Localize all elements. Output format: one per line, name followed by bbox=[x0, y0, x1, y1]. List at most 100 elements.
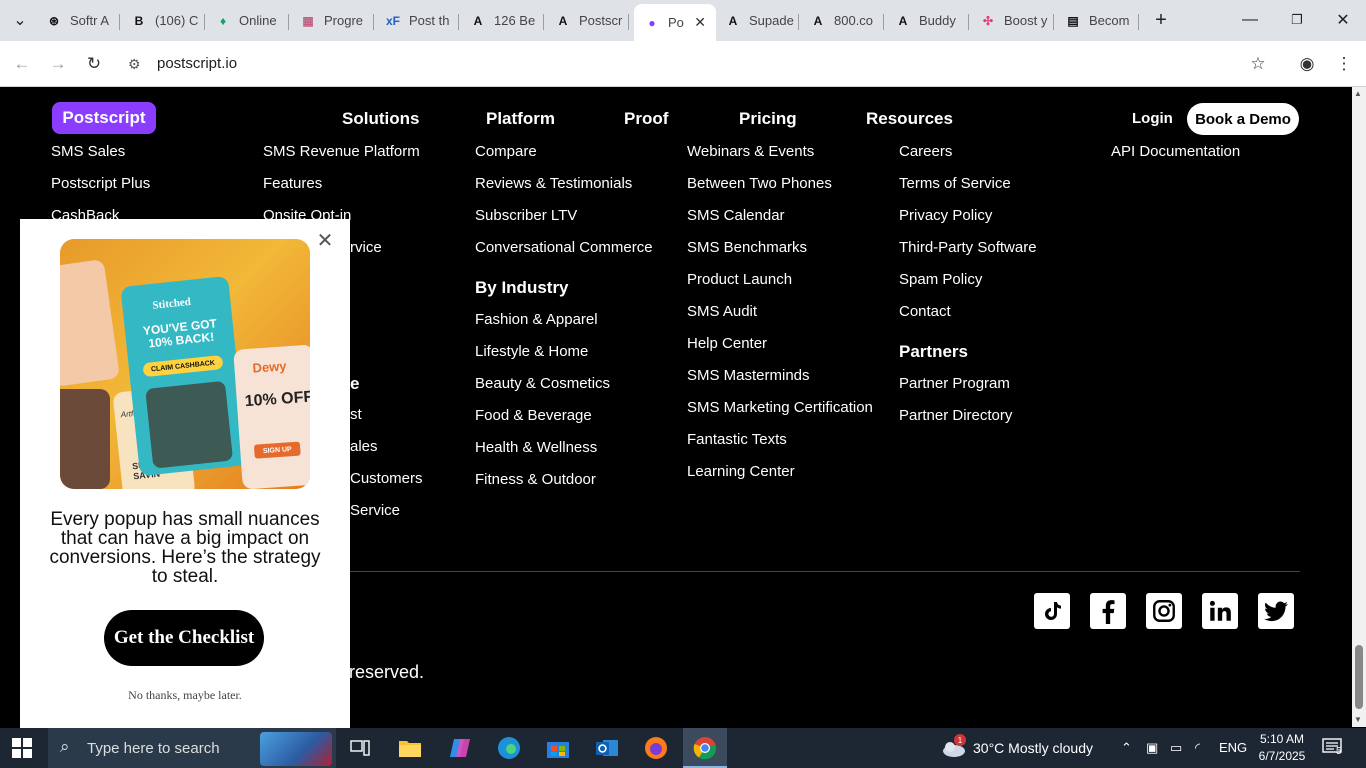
minimize-button[interactable]: — bbox=[1238, 8, 1262, 32]
footer-link[interactable]: SMS Revenue Platform bbox=[263, 143, 420, 160]
file-explorer-icon[interactable] bbox=[396, 734, 424, 762]
back-icon[interactable]: ← bbox=[10, 52, 34, 76]
tab-search-button[interactable]: ⌄ bbox=[8, 8, 32, 32]
chrome-icon[interactable] bbox=[691, 734, 719, 762]
scroll-up-icon[interactable]: ▲ bbox=[1354, 89, 1362, 98]
scroll-down-icon[interactable]: ▼ bbox=[1354, 715, 1362, 724]
meet-now-icon[interactable]: ▣ bbox=[1146, 740, 1158, 756]
battery-icon[interactable]: ▭ bbox=[1170, 740, 1182, 756]
weather-cloud-icon[interactable]: 1 bbox=[940, 734, 966, 758]
footer-link[interactable]: Contact bbox=[899, 303, 951, 320]
facebook-icon[interactable] bbox=[1090, 593, 1126, 629]
twitter-icon[interactable] bbox=[1258, 593, 1294, 629]
browser-tab[interactable]: A 800.co bbox=[800, 6, 884, 35]
close-tab-icon[interactable]: ✕ bbox=[694, 14, 706, 31]
footer-link[interactable]: Fitness & Outdoor bbox=[475, 471, 596, 488]
tray-chevron-icon[interactable]: ⌃ bbox=[1121, 740, 1132, 756]
nav-platform[interactable]: Platform bbox=[486, 109, 555, 129]
nav-pricing[interactable]: Pricing bbox=[739, 109, 797, 129]
footer-link[interactable]: Postscript Plus bbox=[51, 175, 150, 192]
footer-link[interactable]: Beauty & Cosmetics bbox=[475, 375, 610, 392]
notification-center-icon[interactable]: 5 bbox=[1322, 738, 1348, 760]
browser-tab[interactable]: xF Post th bbox=[375, 6, 459, 35]
bookmark-star-icon[interactable]: ☆ bbox=[1246, 52, 1270, 76]
reload-icon[interactable]: ↻ bbox=[82, 52, 106, 76]
footer-link[interactable]: SMS Audit bbox=[687, 303, 757, 320]
footer-link[interactable]: Compare bbox=[475, 143, 537, 160]
new-tab-button[interactable]: + bbox=[1149, 8, 1173, 32]
firefox-icon[interactable] bbox=[642, 734, 670, 762]
browser-tab[interactable]: ▤ Becom bbox=[1055, 6, 1139, 35]
store-icon[interactable] bbox=[544, 734, 572, 762]
footer-link[interactable]: SMS Calendar bbox=[687, 207, 785, 224]
omnibox[interactable]: ⚙ postscript.io bbox=[118, 47, 1288, 81]
footer-link[interactable]: SMS Benchmarks bbox=[687, 239, 807, 256]
footer-link[interactable]: Partner Program bbox=[899, 375, 1010, 392]
browser-tab[interactable]: ● Po ✕ bbox=[634, 4, 716, 41]
footer-link[interactable]: SMS Masterminds bbox=[687, 367, 810, 384]
nav-proof[interactable]: Proof bbox=[624, 109, 668, 129]
popup-close-icon[interactable]: ✕ bbox=[317, 230, 334, 252]
browser-tab[interactable]: ⊛ Softr A bbox=[36, 6, 120, 35]
footer-link[interactable]: Subscriber LTV bbox=[475, 207, 577, 224]
edge-icon[interactable] bbox=[495, 734, 523, 762]
footer-link[interactable]: Lifestyle & Home bbox=[475, 343, 588, 360]
footer-link[interactable]: Between Two Phones bbox=[687, 175, 832, 192]
get-checklist-button[interactable]: Get the Checklist bbox=[104, 610, 264, 666]
wifi-icon[interactable]: ◜ bbox=[1195, 740, 1200, 756]
copilot-icon[interactable] bbox=[446, 734, 474, 762]
restore-button[interactable]: ❐ bbox=[1285, 8, 1309, 32]
footer-link[interactable]: SMS Sales bbox=[51, 143, 125, 160]
windows-start-icon[interactable] bbox=[12, 738, 32, 758]
nav-solutions[interactable]: Solutions bbox=[342, 109, 419, 129]
browser-tab[interactable]: A Buddy bbox=[885, 6, 969, 35]
footer-link[interactable]: Health & Wellness bbox=[475, 439, 597, 456]
url-text[interactable]: postscript.io bbox=[157, 55, 237, 72]
taskbar-search-box[interactable]: ⌕ Type here to search bbox=[48, 728, 336, 768]
footer-link[interactable]: Privacy Policy bbox=[899, 207, 992, 224]
footer-link[interactable]: Fantastic Texts bbox=[687, 431, 787, 448]
page-scrollbar[interactable]: ▲ ▼ bbox=[1352, 87, 1366, 727]
footer-link[interactable]: Food & Beverage bbox=[475, 407, 592, 424]
footer-link[interactable]: Fashion & Apparel bbox=[475, 311, 598, 328]
footer-link[interactable]: Spam Policy bbox=[899, 271, 982, 288]
footer-link[interactable]: Product Launch bbox=[687, 271, 792, 288]
dismiss-link[interactable]: No thanks, maybe later. bbox=[40, 688, 330, 703]
footer-link[interactable]: Third-Party Software bbox=[899, 239, 1037, 256]
footer-link[interactable]: Customers bbox=[350, 470, 423, 487]
footer-link[interactable]: ales bbox=[350, 438, 378, 455]
browser-tab[interactable]: B (106) C bbox=[121, 6, 205, 35]
footer-link[interactable]: Webinars & Events bbox=[687, 143, 814, 160]
weather-text[interactable]: 30°C Mostly cloudy bbox=[973, 740, 1093, 756]
task-view-icon[interactable] bbox=[346, 734, 374, 762]
menu-icon[interactable]: ⋮ bbox=[1332, 52, 1356, 76]
footer-link[interactable]: Partner Directory bbox=[899, 407, 1012, 424]
clock[interactable]: 5:10 AM 6/7/2025 bbox=[1257, 731, 1307, 765]
tiktok-icon[interactable] bbox=[1034, 593, 1070, 629]
footer-link[interactable]: Reviews & Testimonials bbox=[475, 175, 632, 192]
postscript-logo[interactable]: Postscript bbox=[52, 102, 156, 134]
linkedin-icon[interactable] bbox=[1202, 593, 1238, 629]
footer-link[interactable]: Service bbox=[350, 502, 400, 519]
browser-tab[interactable]: A 126 Be bbox=[460, 6, 544, 35]
nav-resources[interactable]: Resources bbox=[866, 109, 953, 129]
browser-tab[interactable]: A Supade bbox=[715, 6, 799, 35]
browser-tab[interactable]: ♦ Online bbox=[205, 6, 289, 35]
site-info-icon[interactable]: ⚙ bbox=[128, 56, 141, 73]
language-indicator[interactable]: ENG bbox=[1219, 740, 1247, 755]
forward-icon[interactable]: → bbox=[46, 52, 70, 76]
footer-link[interactable]: Learning Center bbox=[687, 463, 795, 480]
footer-link[interactable]: Conversational Commerce bbox=[475, 239, 653, 256]
scrollbar-thumb[interactable] bbox=[1355, 645, 1363, 709]
profile-icon[interactable]: ◉ bbox=[1295, 52, 1319, 76]
footer-link[interactable]: Features bbox=[263, 175, 322, 192]
footer-link[interactable]: Help Center bbox=[687, 335, 767, 352]
close-window-button[interactable]: ✕ bbox=[1331, 8, 1355, 32]
browser-tab[interactable]: ▦ Progre bbox=[290, 6, 374, 35]
footer-link[interactable]: SMS Marketing Certification bbox=[687, 399, 873, 416]
footer-link[interactable]: st bbox=[350, 406, 362, 423]
footer-link[interactable]: Terms of Service bbox=[899, 175, 1011, 192]
login-link[interactable]: Login bbox=[1132, 110, 1173, 127]
footer-link[interactable]: rvice bbox=[350, 239, 382, 256]
footer-link[interactable]: Careers bbox=[899, 143, 952, 160]
